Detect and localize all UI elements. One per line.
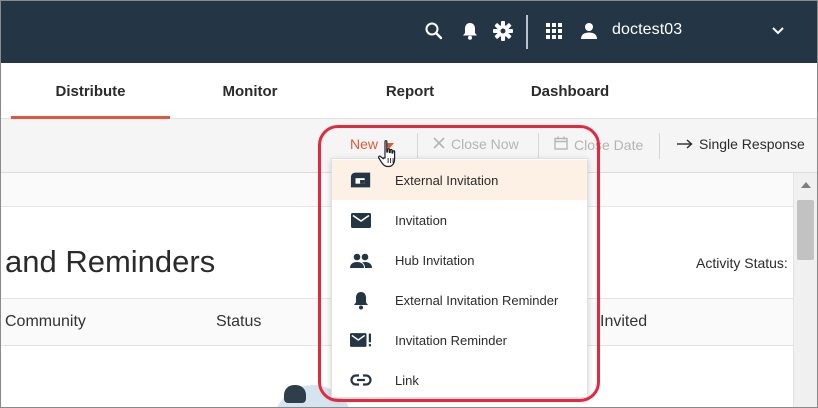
tab-report[interactable]: Report bbox=[351, 63, 469, 119]
scroll-up-icon[interactable] bbox=[801, 182, 811, 188]
activity-status-label: Activity Status: bbox=[696, 255, 788, 271]
scroll-thumb[interactable] bbox=[797, 200, 814, 260]
menu-item-label: Invitation bbox=[395, 212, 448, 228]
link-icon bbox=[350, 370, 372, 390]
close-date-label: Close Date bbox=[574, 136, 644, 153]
toolbar-separator bbox=[417, 133, 418, 159]
bell-icon[interactable] bbox=[458, 19, 482, 43]
app-window: doctest03 Distribute Monitor Report Dash… bbox=[0, 0, 818, 408]
column-header-community[interactable]: Community bbox=[5, 313, 86, 331]
toolbar-separator bbox=[659, 133, 660, 159]
toolbar-separator bbox=[538, 133, 539, 159]
page-title: and Reminders bbox=[5, 244, 216, 279]
menu-item-hub-invitation[interactable]: Hub Invitation bbox=[332, 240, 587, 280]
new-label: New bbox=[350, 136, 379, 152]
username[interactable]: doctest03 bbox=[612, 21, 682, 39]
new-dropdown-menu: External Invitation Invitation Hub Invit… bbox=[331, 158, 588, 398]
envelope-icon bbox=[350, 210, 372, 230]
illustration-figure bbox=[284, 385, 306, 403]
vertical-scrollbar[interactable] bbox=[793, 173, 817, 407]
topbar-divider bbox=[526, 15, 528, 49]
people-icon bbox=[350, 250, 372, 270]
arrow-right-icon bbox=[677, 136, 693, 152]
close-icon bbox=[433, 136, 445, 152]
main-tabs: Distribute Monitor Report Dashboard bbox=[1, 63, 817, 119]
close-date-button[interactable]: Close Date bbox=[554, 136, 643, 153]
menu-item-label: Hub Invitation bbox=[395, 252, 475, 268]
menu-item-link[interactable]: Link bbox=[332, 360, 587, 400]
menu-item-label: External Invitation bbox=[395, 172, 499, 188]
external-mailbox-icon bbox=[350, 170, 372, 190]
menu-item-external-invitation[interactable]: External Invitation bbox=[332, 160, 587, 200]
tab-distribute[interactable]: Distribute bbox=[11, 63, 170, 119]
top-bar: doctest03 bbox=[1, 1, 817, 63]
envelope-alert-icon bbox=[350, 330, 372, 350]
menu-item-label: External Invitation Reminder bbox=[395, 292, 559, 308]
menu-item-external-invitation-reminder[interactable]: External Invitation Reminder bbox=[332, 280, 587, 320]
apps-grid-icon[interactable] bbox=[542, 19, 566, 43]
hand-cursor-icon bbox=[377, 139, 403, 169]
menu-item-label: Invitation Reminder bbox=[395, 332, 507, 348]
menu-item-label: Link bbox=[395, 372, 419, 388]
bell-icon bbox=[350, 290, 372, 310]
chevron-down-icon[interactable] bbox=[766, 19, 790, 43]
gear-icon[interactable] bbox=[491, 19, 515, 43]
close-now-label: Close Now bbox=[451, 136, 519, 152]
user-icon[interactable] bbox=[577, 19, 601, 43]
column-header-status[interactable]: Status bbox=[216, 313, 261, 331]
calendar-icon bbox=[554, 136, 568, 153]
search-icon[interactable] bbox=[422, 19, 446, 43]
single-response-label: Single Response bbox=[699, 136, 805, 152]
single-response-button[interactable]: Single Response bbox=[677, 136, 805, 152]
column-header-invited[interactable]: Invited bbox=[600, 313, 647, 331]
tab-monitor[interactable]: Monitor bbox=[191, 63, 309, 119]
close-now-button[interactable]: Close Now bbox=[433, 136, 519, 152]
menu-item-invitation[interactable]: Invitation bbox=[332, 200, 587, 240]
tab-dashboard[interactable]: Dashboard bbox=[511, 63, 629, 119]
menu-item-invitation-reminder[interactable]: Invitation Reminder bbox=[332, 320, 587, 360]
